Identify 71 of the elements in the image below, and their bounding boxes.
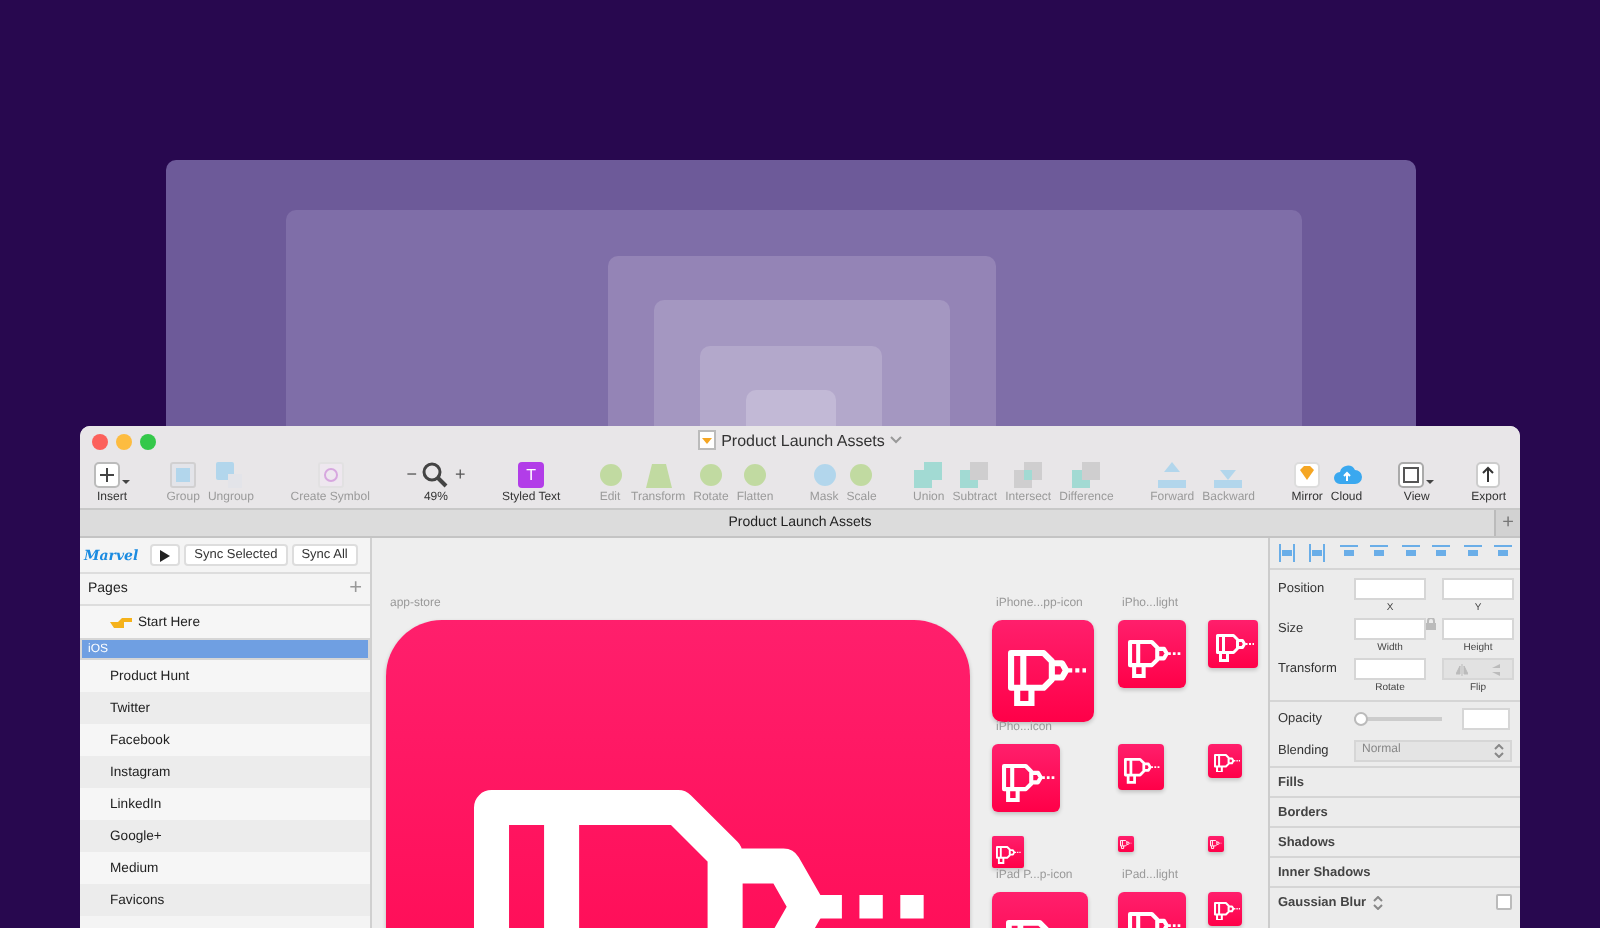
align-icon[interactable] <box>1370 544 1389 562</box>
x-input-field[interactable] <box>1354 578 1426 600</box>
window-icon <box>1398 460 1435 488</box>
align-icon[interactable] <box>1493 544 1512 562</box>
checkbox[interactable] <box>1496 894 1512 910</box>
chevron-icon[interactable] <box>890 436 903 444</box>
arrow-up-icon <box>1158 460 1187 488</box>
align-icon[interactable] <box>1278 544 1296 562</box>
app-icon-artboard[interactable] <box>1208 836 1224 852</box>
drill-icon <box>996 845 1022 864</box>
drill-icon <box>1128 639 1182 678</box>
drill-icon <box>1210 840 1223 850</box>
align-icon[interactable] <box>1308 544 1327 562</box>
rotate-input-field[interactable] <box>1354 658 1426 680</box>
flip-control[interactable] <box>1442 658 1514 680</box>
overlapping-squares-icon <box>1014 460 1043 488</box>
stepper-icon <box>1372 895 1385 909</box>
flip-vertical-icon[interactable] <box>1489 663 1501 675</box>
document-icon <box>697 430 716 450</box>
align-icon[interactable] <box>1463 544 1482 562</box>
align-icon[interactable] <box>1339 544 1358 562</box>
circle-icon <box>697 460 724 488</box>
app-icon-artboard[interactable] <box>992 620 1094 722</box>
trapezoid-icon <box>645 460 672 488</box>
app-icon-artboard[interactable] <box>992 836 1024 868</box>
stepper-icon <box>1494 743 1504 757</box>
add-tab-button[interactable]: + <box>1494 510 1520 536</box>
symbol-icon <box>317 460 344 488</box>
drill-icon <box>1215 634 1255 663</box>
window-title: Product Launch Assets <box>721 431 885 449</box>
cloud-upload-icon <box>1331 460 1362 488</box>
square-icon <box>170 460 197 488</box>
opacity-input-field[interactable] <box>1462 707 1510 729</box>
y-input-field[interactable] <box>1442 578 1514 600</box>
circle-icon <box>848 460 875 488</box>
drill-icon <box>1213 901 1240 921</box>
app-icon-artboard[interactable] <box>1118 744 1164 790</box>
drill-icon <box>1002 763 1056 802</box>
drill-icon <box>1120 840 1133 850</box>
search-icon <box>422 461 449 487</box>
minimize-button[interactable] <box>116 433 132 449</box>
app-icon-artboard[interactable] <box>1118 836 1134 852</box>
overlapping-squares-icon <box>1072 460 1101 488</box>
app-icon-artboard[interactable] <box>1208 744 1242 778</box>
app-icon-artboard[interactable] <box>1208 620 1258 668</box>
drill-icon <box>1007 649 1087 707</box>
lock-icon[interactable] <box>1426 618 1436 630</box>
play-button[interactable] <box>150 544 181 566</box>
align-icon[interactable] <box>1401 544 1420 562</box>
zoom-button[interactable] <box>140 433 156 449</box>
height-input-field[interactable] <box>1442 618 1514 640</box>
circle-icon <box>597 460 623 488</box>
close-button[interactable] <box>92 433 108 449</box>
tool-icon: T <box>518 460 545 488</box>
drill-icon <box>1213 753 1240 773</box>
flip-horizontal-icon[interactable] <box>1455 663 1467 675</box>
plus-icon <box>94 460 130 488</box>
app-icon-artboard[interactable] <box>1208 892 1242 926</box>
width-input-field[interactable] <box>1354 618 1426 640</box>
app-icon-artboard[interactable] <box>1118 620 1186 688</box>
circle-icon <box>811 460 838 488</box>
overlapping-squares-icon <box>960 460 989 488</box>
add-page-button[interactable]: + <box>349 578 362 600</box>
drill-icon <box>1124 757 1161 784</box>
app-icon-artboard[interactable] <box>992 744 1060 812</box>
opacity-slider[interactable] <box>1354 711 1442 725</box>
align-icon[interactable] <box>1432 544 1451 562</box>
circle-icon <box>741 460 768 488</box>
slider-thumb[interactable] <box>1354 711 1368 725</box>
play-icon <box>160 549 171 561</box>
overlapping-squares-icon <box>914 460 943 488</box>
